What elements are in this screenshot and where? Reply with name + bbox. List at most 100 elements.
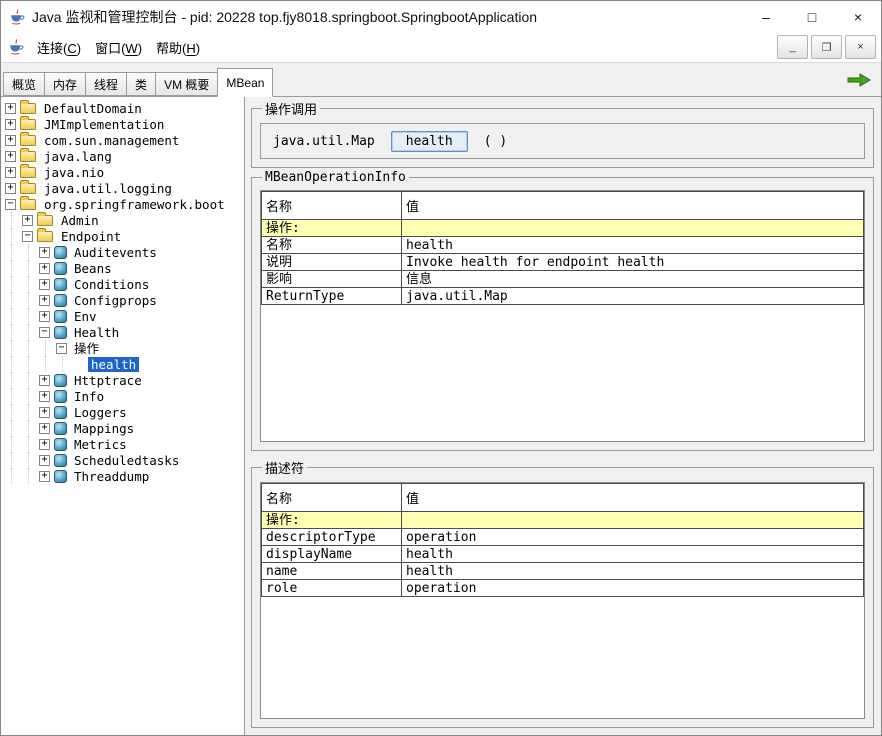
- expand-icon[interactable]: +: [5, 103, 16, 114]
- tree-indent-guide: [20, 452, 37, 468]
- menu-window[interactable]: 窗口(W): [88, 34, 149, 61]
- table-row[interactable]: roleoperation: [262, 580, 864, 597]
- tree-node-loggers[interactable]: + Loggers: [3, 404, 244, 420]
- tree-node-label: Env: [71, 309, 100, 324]
- tab-memory[interactable]: 内存: [44, 72, 86, 96]
- expand-icon[interactable]: +: [39, 471, 50, 482]
- tree-node-label: JMImplementation: [41, 117, 167, 132]
- collapse-icon[interactable]: −: [39, 327, 50, 338]
- tree-node-com-sun-management[interactable]: +com.sun.management: [3, 132, 244, 148]
- frame-close-button[interactable]: ×: [845, 35, 876, 59]
- table-row[interactable]: 影响信息: [262, 271, 864, 288]
- tree-node-jmimplementation[interactable]: + JMImplementation: [3, 116, 244, 132]
- expand-icon[interactable]: +: [39, 295, 50, 306]
- table-row[interactable]: descriptorTypeoperation: [262, 529, 864, 546]
- tree-node-httptrace[interactable]: + Httptrace: [3, 372, 244, 388]
- tree-node-admin[interactable]: + Admin: [3, 212, 244, 228]
- tree-node-auditevents[interactable]: +Auditevents: [3, 244, 244, 260]
- expand-icon[interactable]: +: [39, 279, 50, 290]
- table-row[interactable]: 说明Invoke health for endpoint health: [262, 254, 864, 271]
- mbean-icon: [54, 374, 67, 387]
- menu-connection[interactable]: 连接(C): [30, 34, 88, 61]
- tree-node-java-util-logging[interactable]: +java.util.logging: [3, 180, 244, 196]
- expand-icon[interactable]: +: [39, 455, 50, 466]
- cell-name: name: [262, 563, 402, 580]
- expand-icon[interactable]: +: [39, 263, 50, 274]
- tree-node-configprops[interactable]: +Configprops: [3, 292, 244, 308]
- mbean-icon: [54, 278, 67, 291]
- tree-node-env[interactable]: + Env: [3, 308, 244, 324]
- tree-node-label: Mappings: [71, 421, 137, 436]
- tree-node-org-springframework-boot[interactable]: −org.springframework.boot: [3, 196, 244, 212]
- close-button[interactable]: ×: [835, 1, 881, 32]
- tree-node-label: Loggers: [71, 405, 130, 420]
- tree-node-info[interactable]: +Info: [3, 388, 244, 404]
- expand-icon[interactable]: +: [5, 119, 16, 130]
- tree-node-metrics[interactable]: +Metrics: [3, 436, 244, 452]
- expand-icon[interactable]: +: [22, 215, 33, 226]
- tab-overview[interactable]: 概览: [3, 72, 45, 96]
- expand-icon[interactable]: +: [39, 407, 50, 418]
- tree-node-beans[interactable]: +Beans: [3, 260, 244, 276]
- collapse-icon[interactable]: −: [5, 199, 16, 210]
- tree-node-label: Admin: [58, 213, 102, 228]
- window-controls: – □ ×: [743, 1, 881, 32]
- tree-indent-guide: [20, 340, 37, 356]
- tab-vm-summary[interactable]: VM 概要: [155, 72, 218, 96]
- maximize-button[interactable]: □: [789, 1, 835, 32]
- tree-node-operations[interactable]: −操作: [3, 340, 244, 356]
- group-row[interactable]: 操作:: [262, 220, 864, 237]
- expand-icon[interactable]: +: [39, 247, 50, 258]
- tree-node-java-nio[interactable]: + java.nio: [3, 164, 244, 180]
- expand-icon[interactable]: +: [39, 375, 50, 386]
- collapse-icon[interactable]: −: [22, 231, 33, 242]
- collapse-icon[interactable]: −: [56, 343, 67, 354]
- tab-classes[interactable]: 类: [126, 72, 156, 96]
- tree-node-health[interactable]: −Health: [3, 324, 244, 340]
- mbean-icon: [54, 470, 67, 483]
- expand-icon[interactable]: +: [5, 135, 16, 146]
- tree-indent-guide: [3, 260, 20, 276]
- menu-bar: 连接(C)窗口(W)帮助(H) _ ❐ ×: [1, 32, 881, 63]
- expand-icon[interactable]: +: [5, 167, 16, 178]
- menu-help[interactable]: 帮助(H): [149, 34, 207, 61]
- expand-icon[interactable]: +: [5, 151, 16, 162]
- tree-node-scheduledtasks[interactable]: +Scheduledtasks: [3, 452, 244, 468]
- expand-icon[interactable]: +: [5, 183, 16, 194]
- tree-node-default-domain[interactable]: +DefaultDomain: [3, 100, 244, 116]
- tab-threads[interactable]: 线程: [85, 72, 127, 96]
- cell-name: role: [262, 580, 402, 597]
- tree-node-endpoint[interactable]: −Endpoint: [3, 228, 244, 244]
- expand-icon[interactable]: +: [39, 423, 50, 434]
- tree-node-health-operation[interactable]: health: [3, 356, 244, 372]
- tree-indent-guide: [3, 404, 20, 420]
- invoke-health-button[interactable]: health: [391, 131, 468, 152]
- table-row[interactable]: displayNamehealth: [262, 546, 864, 563]
- group-row[interactable]: 操作:: [262, 512, 864, 529]
- frame-minimize-button[interactable]: _: [777, 35, 808, 59]
- expand-icon[interactable]: +: [39, 391, 50, 402]
- tab-mbean[interactable]: MBean: [217, 68, 273, 97]
- tree-indent-guide: [3, 388, 20, 404]
- tree-node-conditions[interactable]: +Conditions: [3, 276, 244, 292]
- table-row[interactable]: ReturnTypejava.util.Map: [262, 288, 864, 305]
- column-header[interactable]: 名称: [262, 192, 402, 220]
- cell-value: 信息: [402, 271, 864, 288]
- tree-node-label: Httptrace: [71, 373, 145, 388]
- tree-node-java-lang[interactable]: +java.lang: [3, 148, 244, 164]
- table-row[interactable]: 名称health: [262, 237, 864, 254]
- column-header[interactable]: 值: [402, 484, 864, 512]
- operation-info-scrollpane: 名称值 操作:名称health说明Invoke health for endpo…: [260, 190, 865, 442]
- tree-node-mappings[interactable]: + Mappings: [3, 420, 244, 436]
- minimize-button[interactable]: –: [743, 1, 789, 32]
- tree-node-threaddump[interactable]: +Threaddump: [3, 468, 244, 484]
- tree-indent-guide: [20, 468, 37, 484]
- expand-icon[interactable]: +: [39, 439, 50, 450]
- tree-node-label: java.nio: [41, 165, 107, 180]
- column-header[interactable]: 名称: [262, 484, 402, 512]
- column-header[interactable]: 值: [402, 192, 864, 220]
- table-row[interactable]: namehealth: [262, 563, 864, 580]
- expand-icon[interactable]: +: [39, 311, 50, 322]
- frame-restore-button[interactable]: ❐: [811, 35, 842, 59]
- java-logo-icon: [9, 9, 25, 25]
